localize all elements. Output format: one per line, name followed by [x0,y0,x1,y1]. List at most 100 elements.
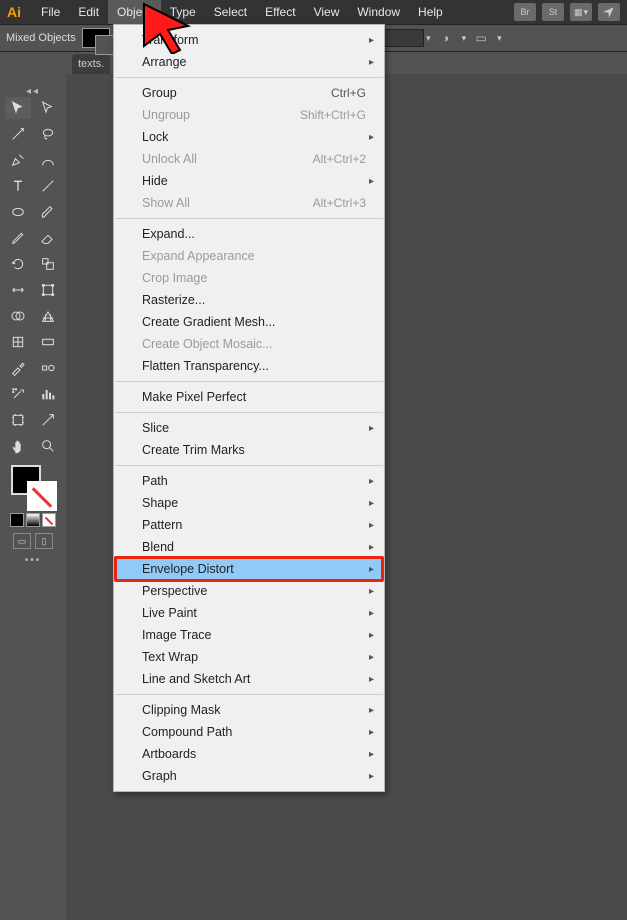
menu-item-group[interactable]: GroupCtrl+G [114,82,384,104]
menu-item-shape[interactable]: Shape▸ [114,492,384,514]
menu-item-flatten-transparency[interactable]: Flatten Transparency... [114,355,384,377]
fill-stroke-indicator[interactable] [11,465,55,509]
menu-help[interactable]: Help [409,0,452,24]
none-mode-icon[interactable] [42,513,56,527]
tool-paintbrush[interactable] [35,201,61,223]
menu-item-hide[interactable]: Hide▸ [114,170,384,192]
tool-pen[interactable] [5,149,31,171]
tool-width[interactable] [5,279,31,301]
menu-file[interactable]: File [32,0,69,24]
menu-item-label: Expand Appearance [142,249,366,263]
menu-item-expand[interactable]: Expand... [114,223,384,245]
menu-edit[interactable]: Edit [69,0,108,24]
menu-item-pattern[interactable]: Pattern▸ [114,514,384,536]
menu-item-label: Line and Sketch Art [142,672,366,686]
style-icon[interactable]: ◑ [435,29,457,47]
menu-item-graph[interactable]: Graph▸ [114,765,384,787]
menu-item-envelope-distort[interactable]: Envelope Distort▸ [114,558,384,580]
opacity-dropdown-icon[interactable]: ▾ [426,33,431,44]
menu-item-artboards[interactable]: Artboards▸ [114,743,384,765]
annotation-cursor-icon [140,2,200,54]
tool-blend[interactable] [35,357,61,379]
tool-type[interactable] [5,175,31,197]
tool-shape-builder[interactable] [5,305,31,327]
tool-ellipse[interactable] [5,201,31,223]
menu-item-label: Make Pixel Perfect [142,390,366,404]
workspace-switcher-icon[interactable]: ▦▾ [570,3,592,21]
submenu-caret-icon: ▸ [369,564,374,575]
gradient-mode-icon[interactable] [26,513,40,527]
tool-eraser[interactable] [35,227,61,249]
tool-symbol-sprayer[interactable] [5,383,31,405]
tool-selection[interactable] [5,97,31,119]
tool-curvature[interactable] [35,149,61,171]
menu-item-path[interactable]: Path▸ [114,470,384,492]
menu-separator [115,218,383,219]
menu-item-label: Ungroup [142,108,300,122]
color-mode-icon[interactable] [10,513,24,527]
tool-gradient[interactable] [35,331,61,353]
tool-slice[interactable] [35,409,61,431]
menu-item-arrange[interactable]: Arrange▸ [114,51,384,73]
menu-item-label: Live Paint [142,606,366,620]
menu-window[interactable]: Window [348,0,409,24]
tool-perspective-grid[interactable] [35,305,61,327]
tool-hand[interactable] [5,435,31,457]
tool-lasso[interactable] [35,123,61,145]
tool-rotate[interactable] [5,253,31,275]
menu-item-label: Pattern [142,518,366,532]
menu-item-clipping-mask[interactable]: Clipping Mask▸ [114,699,384,721]
edit-toolbar-icon[interactable]: ••• [21,555,45,566]
menu-separator [115,381,383,382]
tool-zoom[interactable] [35,435,61,457]
menu-item-create-gradient-mesh[interactable]: Create Gradient Mesh... [114,311,384,333]
screen-mode-full-icon[interactable]: ▯ [35,533,53,549]
tool-free-transform[interactable] [35,279,61,301]
isolate-icon[interactable]: ▭ [470,29,492,47]
submenu-caret-icon: ▸ [369,771,374,782]
tool-direct-selection[interactable] [35,97,61,119]
fill-stroke-swatch[interactable] [82,28,110,48]
menu-item-ungroup: UngroupShift+Ctrl+G [114,104,384,126]
menu-separator [115,412,383,413]
menu-select[interactable]: Select [205,0,256,24]
tool-pencil[interactable] [5,227,31,249]
menu-item-label: Group [142,86,331,100]
menu-item-slice[interactable]: Slice▸ [114,417,384,439]
menu-item-text-wrap[interactable]: Text Wrap▸ [114,646,384,668]
menu-item-label: Blend [142,540,366,554]
submenu-caret-icon: ▸ [369,542,374,553]
menu-item-lock[interactable]: Lock▸ [114,126,384,148]
menu-item-live-paint[interactable]: Live Paint▸ [114,602,384,624]
tool-artboard[interactable] [5,409,31,431]
menu-item-expand-appearance: Expand Appearance [114,245,384,267]
menu-item-image-trace[interactable]: Image Trace▸ [114,624,384,646]
menu-item-create-trim-marks[interactable]: Create Trim Marks [114,439,384,461]
tool-eyedropper[interactable] [5,357,31,379]
menu-item-rasterize[interactable]: Rasterize... [114,289,384,311]
screen-mode-normal-icon[interactable]: ▭ [13,533,31,549]
tool-mesh[interactable] [5,331,31,353]
menu-item-shortcut: Alt+Ctrl+2 [313,152,366,166]
menu-item-blend[interactable]: Blend▸ [114,536,384,558]
menu-separator [115,77,383,78]
menu-item-line-and-sketch-art[interactable]: Line and Sketch Art▸ [114,668,384,690]
document-tab[interactable]: texts. [72,54,110,74]
menu-item-shortcut: Shift+Ctrl+G [300,108,366,122]
search-icon[interactable] [598,3,620,21]
panel-collapse-icon[interactable]: ◂◂ [21,86,45,97]
menu-item-perspective[interactable]: Perspective▸ [114,580,384,602]
menu-effect[interactable]: Effect [256,0,304,24]
tool-column-graph[interactable] [35,383,61,405]
tool-scale[interactable] [35,253,61,275]
bridge-icon[interactable]: Br [514,3,536,21]
menu-item-label: Perspective [142,584,366,598]
menu-item-label: Unlock All [142,152,313,166]
tool-magic-wand[interactable] [5,123,31,145]
stock-icon[interactable]: St [542,3,564,21]
tool-line[interactable] [35,175,61,197]
menu-view[interactable]: View [305,0,349,24]
menu-item-make-pixel-perfect[interactable]: Make Pixel Perfect [114,386,384,408]
menu-item-compound-path[interactable]: Compound Path▸ [114,721,384,743]
submenu-caret-icon: ▸ [369,35,374,46]
